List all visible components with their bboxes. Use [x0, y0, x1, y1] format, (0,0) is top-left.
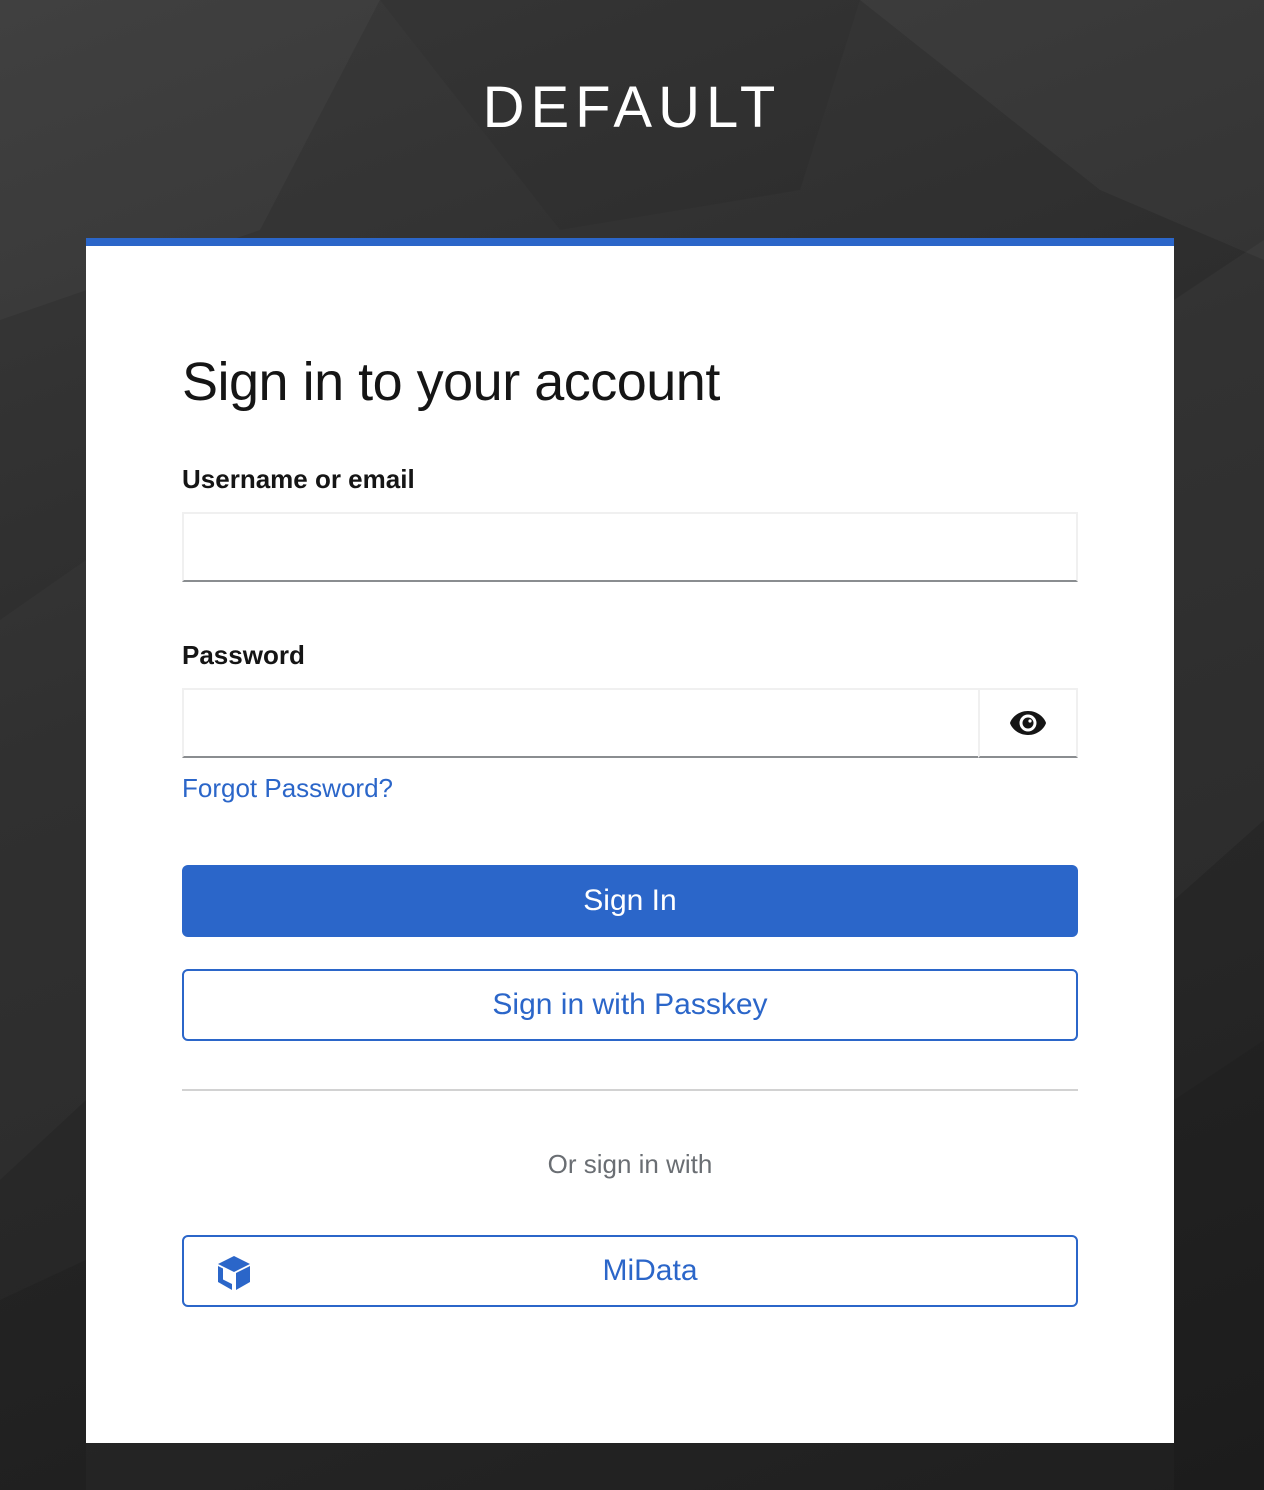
password-input[interactable]: [182, 688, 980, 758]
username-input[interactable]: [182, 512, 1078, 582]
provider-midata-button[interactable]: MiData: [182, 1235, 1078, 1307]
realm-title: DEFAULT: [482, 75, 782, 140]
provider-midata-label: MiData: [602, 1254, 698, 1287]
login-card: Sign in to your account Username or emai…: [86, 238, 1174, 1443]
or-sign-in-with-text: Or sign in with: [547, 1149, 713, 1179]
divider: [182, 1089, 1078, 1091]
show-password-button[interactable]: [978, 688, 1078, 758]
forgot-password-link[interactable]: Forgot Password?: [182, 772, 393, 804]
page-title: Sign in to your account: [182, 352, 720, 412]
username-label: Username or email: [182, 464, 415, 494]
password-label: Password: [182, 640, 305, 670]
sign-in-with-passkey-button[interactable]: Sign in with Passkey: [182, 969, 1078, 1041]
eye-icon: [1010, 711, 1046, 735]
sign-in-button[interactable]: Sign In: [182, 865, 1078, 937]
